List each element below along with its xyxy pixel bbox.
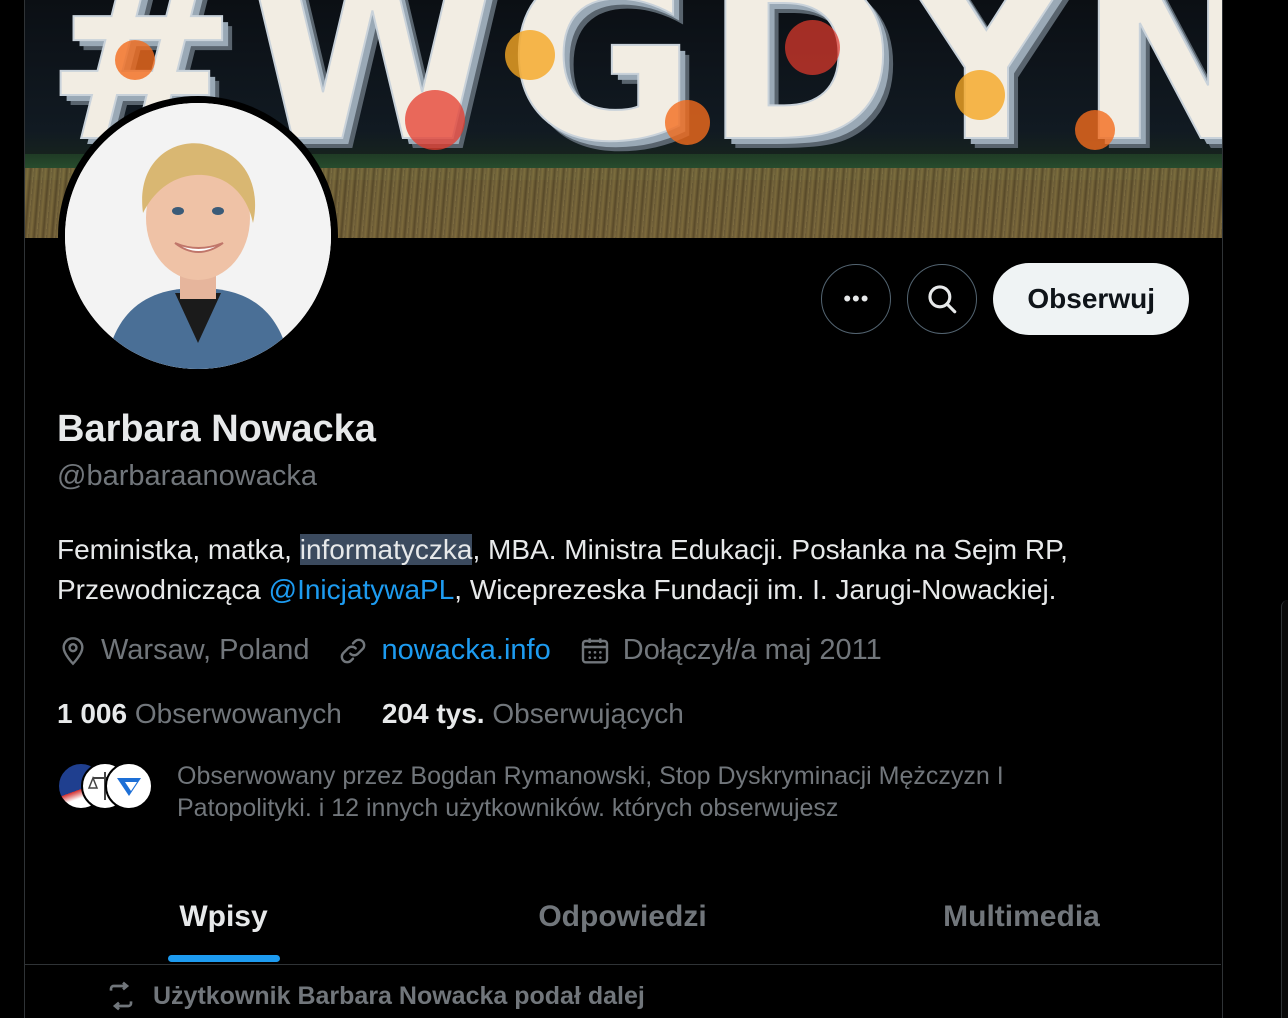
followed-by-text: Obserwowany przez Bogdan Rymanowski, Sto…	[177, 762, 1004, 822]
avatar-photo	[65, 103, 331, 369]
website-item: nowacka.info	[337, 634, 551, 667]
location-text: Warsaw, Poland	[101, 634, 310, 666]
more-options-button[interactable]: •••	[821, 264, 892, 334]
link-icon	[341, 638, 366, 663]
followers-count: 204 tys.	[381, 698, 485, 729]
tab-label: Wpisy	[179, 900, 268, 933]
active-tab-indicator	[167, 955, 280, 962]
banner-paint-spot	[505, 30, 555, 80]
profile-name: Barbara Nowacka	[57, 408, 376, 450]
profile-meta: Warsaw, Poland nowacka.info Dołączył/a m…	[57, 634, 910, 667]
following-stat[interactable]: 1 006 Obserwowanych	[57, 698, 342, 730]
followed-by-avatars	[57, 760, 157, 810]
profile-bio: Feministka, matka, informatyczka, MBA. M…	[57, 530, 1197, 610]
banner-paint-spot	[665, 100, 710, 145]
repost-text: Użytkownik Barbara Nowacka podał dalej	[153, 981, 645, 1010]
followers-label: Obserwujących	[492, 698, 684, 729]
follow-button[interactable]: Obserwuj	[993, 263, 1189, 335]
repost-note[interactable]: Użytkownik Barbara Nowacka podał dalej	[105, 980, 645, 1012]
joined-text: Dołączył/a maj 2011	[622, 634, 882, 666]
follower-avatar	[105, 762, 153, 810]
calendar-icon	[581, 637, 608, 664]
search-profile-button[interactable]	[907, 264, 978, 334]
following-count: 1 006	[57, 698, 128, 729]
location-item: Warsaw, Poland	[57, 634, 309, 667]
followed-by[interactable]: Obserwowany przez Bogdan Rymanowski, Sto…	[57, 760, 1117, 824]
following-label: Obserwowanych	[134, 698, 342, 729]
tab-odpowiedzi[interactable]: Odpowiedzi	[423, 870, 822, 964]
location-pin-icon	[62, 636, 84, 665]
banner-paint-spot	[405, 90, 465, 150]
bio-text: , Wiceprezeska Fundacji im. I. Jarugi-No…	[454, 574, 1057, 605]
followers-stat[interactable]: 204 tys. Obserwujących	[382, 698, 684, 730]
profile-handle: @barbaraanowacka	[57, 460, 317, 492]
more-icon: •••	[843, 286, 870, 311]
tab-label: Odpowiedzi	[538, 900, 707, 933]
profile-stats: 1 006 Obserwowanych 204 tys. Obserwujący…	[57, 698, 724, 730]
tab-label: Multimedia	[943, 900, 1100, 933]
banner-paint-spot	[1075, 110, 1115, 150]
profile-actions: ••• Obserwuj	[821, 263, 1189, 335]
window-edge	[1281, 600, 1288, 1018]
tab-multimedia[interactable]: Multimedia	[822, 870, 1221, 964]
bio-text: Feministka, matka,	[57, 534, 300, 565]
repost-icon	[109, 981, 133, 1011]
profile-avatar[interactable]	[58, 96, 338, 376]
website-link[interactable]: nowacka.info	[381, 634, 550, 667]
joined-item: Dołączył/a maj 2011	[579, 634, 882, 667]
bio-mention-link[interactable]: @InicjatywaPL	[269, 574, 455, 605]
banner-paint-spot	[785, 20, 840, 75]
banner-paint-spot	[955, 70, 1005, 120]
bio-selected-text: informatyczka	[299, 534, 473, 565]
tab-wpisy[interactable]: Wpisy	[24, 870, 423, 964]
search-icon	[928, 285, 957, 314]
banner-paint-spot	[115, 40, 155, 80]
logo-icon	[117, 778, 141, 796]
avatar-portrait	[65, 103, 331, 369]
banner-letter: G	[506, 0, 697, 193]
profile-tabs: Wpisy Odpowiedzi Multimedia	[24, 870, 1221, 965]
